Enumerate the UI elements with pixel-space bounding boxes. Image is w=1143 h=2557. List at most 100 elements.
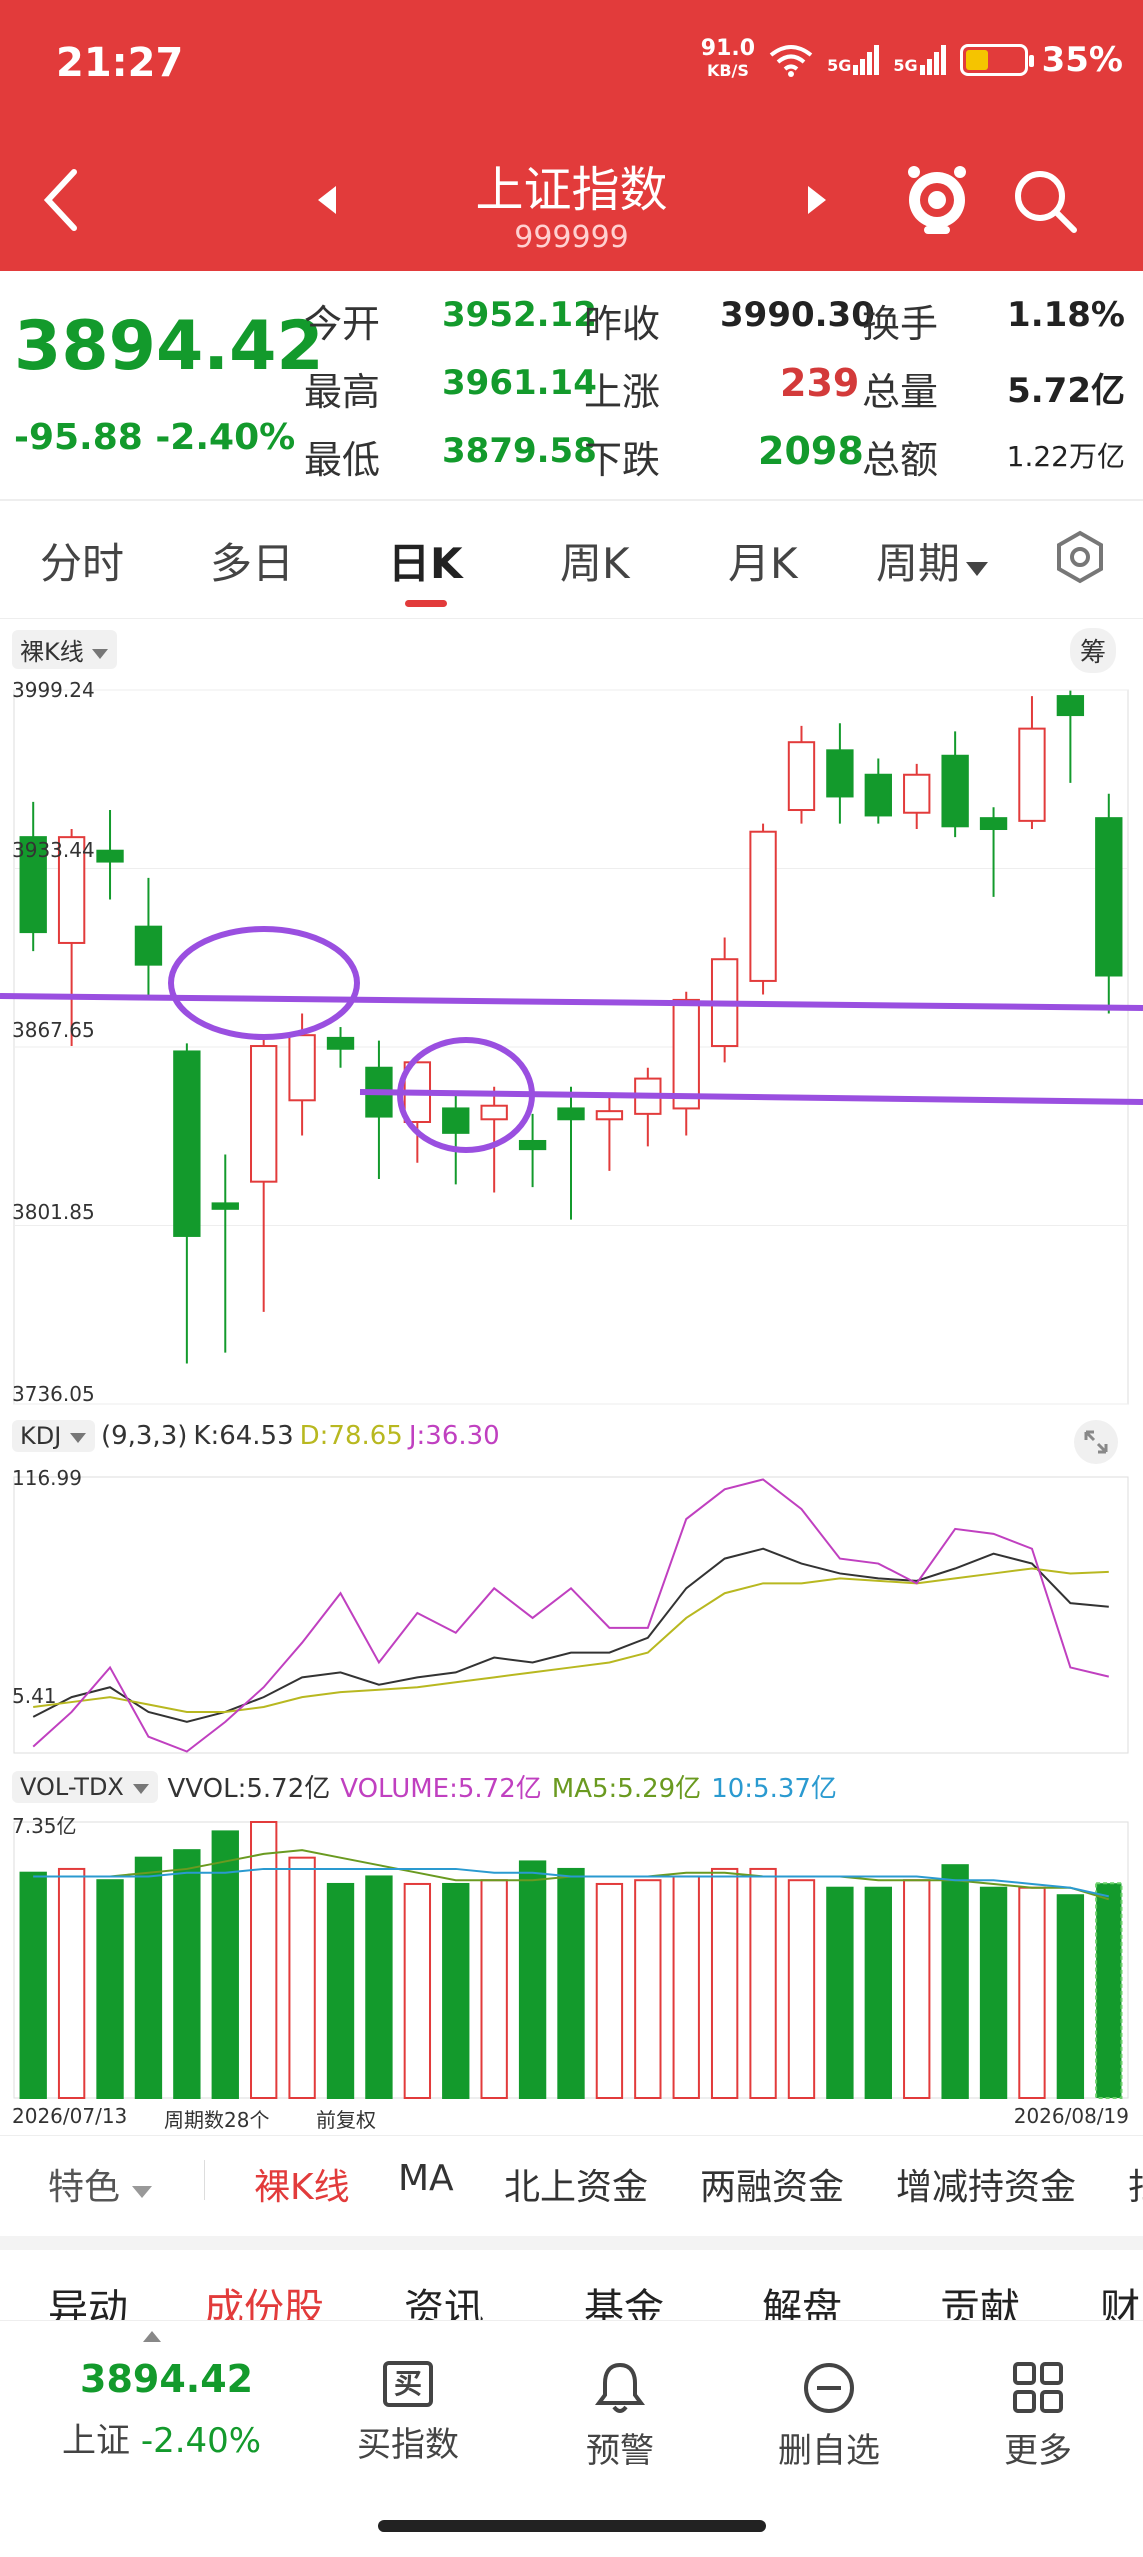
kdj-d: D:78.65: [299, 1421, 403, 1451]
open-label: 今开: [304, 302, 381, 346]
candle-body: [787, 741, 816, 812]
volume-bar: [787, 1879, 816, 2099]
turnover-label: 换手: [862, 302, 939, 346]
candle-body: [826, 749, 854, 798]
volume-bar: [595, 1882, 624, 2099]
vol-ma10: 10:5.37亿: [711, 1774, 837, 1804]
high-value: 3961.14: [442, 363, 597, 403]
chevron-up-icon[interactable]: [142, 2329, 162, 2343]
volume-bar: [749, 1867, 777, 2099]
indicator-ma[interactable]: MA: [398, 2158, 454, 2199]
vol-vvol: VVOL:5.72亿: [167, 1774, 331, 1804]
chip-button[interactable]: 筹: [1070, 628, 1117, 673]
bell-icon: [595, 2362, 645, 2413]
prev-close-label: 昨收: [584, 302, 661, 346]
candle-body: [1095, 817, 1123, 977]
mascot-icon[interactable]: [902, 162, 972, 236]
candle-body: [173, 1050, 201, 1237]
highlight-circle-1: [168, 926, 360, 1040]
kdj-selector[interactable]: KDJ: [12, 1420, 95, 1452]
expand-icon[interactable]: [1072, 1418, 1120, 1466]
signal-bars-icon: [919, 45, 946, 75]
signal-5g-2: 5G: [893, 45, 946, 75]
volume-bar: [1095, 1882, 1123, 2099]
date-start: 2026/07/13: [12, 2104, 128, 2128]
tab-multiday[interactable]: 多日: [210, 530, 294, 591]
divider: [204, 2160, 205, 2200]
current-price: 3894.42: [14, 307, 324, 386]
status-time: 21:27: [56, 40, 184, 86]
candle-body: [288, 1034, 316, 1102]
kdj-chart: [13, 1476, 1129, 1754]
candle-body: [672, 998, 700, 1110]
indicator-margin-funds[interactable]: 两融资金: [700, 2158, 844, 2210]
indicator-naked-k[interactable]: 裸K线: [254, 2158, 350, 2210]
bottom-price: 3894.42: [80, 2357, 254, 2401]
remove-watchlist-button[interactable]: 删自选: [772, 2361, 886, 2472]
candle-body: [1018, 727, 1046, 822]
more-button[interactable]: 更多: [1000, 2361, 1076, 2472]
chevron-down-icon: [966, 562, 989, 576]
tab-weekly-k[interactable]: 周K: [560, 530, 630, 591]
kline-style-selector[interactable]: 裸K线: [12, 630, 118, 669]
down-label: 下跌: [584, 438, 661, 482]
vol-header: VOL-TDX VVOL:5.72亿 VOLUME:5.72亿 MA5:5.29…: [12, 1768, 837, 1805]
indicator-holding-change[interactable]: 增减持资金: [896, 2158, 1076, 2210]
volume-bar: [1056, 1894, 1085, 2099]
wifi-icon: [769, 45, 813, 77]
volume-bar: [634, 1879, 662, 2099]
amount-label: 总额: [862, 438, 939, 482]
alert-button[interactable]: 预警: [574, 2361, 666, 2472]
open-value: 3952.12: [442, 295, 597, 335]
signal-bars-icon: [853, 45, 880, 75]
next-icon[interactable]: [806, 184, 828, 216]
buy-index-button[interactable]: 买 买指数: [352, 2361, 464, 2466]
bottom-index-change: 上证 -2.40%: [62, 2421, 262, 2461]
candle-body: [941, 754, 969, 828]
period-tabs: 分时 多日 日K 周K 月K 周期: [0, 500, 1143, 619]
tab-intraday[interactable]: 分时: [40, 530, 124, 591]
candle-body: [134, 925, 163, 966]
tab-period[interactable]: 周期: [876, 530, 990, 591]
y-label-1: 3933.44: [12, 838, 95, 862]
home-indicator[interactable]: [378, 2520, 766, 2532]
candle-body: [442, 1107, 470, 1134]
volume-bar: [979, 1886, 1008, 2100]
volume-bar: [134, 1856, 163, 2100]
y-label-0: 3999.24: [12, 678, 95, 702]
price-change: -95.88 -2.40%: [14, 417, 296, 458]
prev-close-value: 3990.30: [720, 295, 875, 335]
chevron-down-icon: [132, 1783, 149, 1794]
up-count: 239: [780, 361, 860, 405]
adjust-mode[interactable]: 前复权: [316, 2104, 376, 2133]
chevron-down-icon: [132, 2186, 153, 2198]
tab-daily-k[interactable]: 日K: [388, 530, 463, 591]
volume-value: 5.72亿: [1007, 371, 1125, 411]
high-label: 最高: [304, 370, 381, 414]
vol-selector[interactable]: VOL-TDX: [12, 1770, 158, 1803]
tab-monthly-k[interactable]: 月K: [728, 530, 798, 591]
candle-body: [518, 1139, 547, 1151]
kdj-params: (9,3,3): [100, 1421, 188, 1451]
signal-5g-1: 5G: [827, 45, 880, 75]
kdj-k: K:64.53: [193, 1421, 294, 1451]
grid-icon: [1013, 2362, 1063, 2413]
candle-body: [326, 1036, 355, 1050]
section-tabs: 异动 成份股 资讯 基金 解盘 贡献 财: [0, 2236, 1143, 2332]
settings-icon[interactable]: [1054, 530, 1106, 584]
volume-bar: [518, 1860, 547, 2099]
indicator-north-funds[interactable]: 北上资金: [504, 2158, 648, 2210]
candle-body: [749, 830, 777, 982]
quote-panel: 3894.42 -95.88 -2.40% 今开 3952.12 昨收 3990…: [0, 271, 1143, 501]
indicator-feature[interactable]: 特色: [48, 2158, 153, 2210]
kdj-header: KDJ (9,3,3) K:64.53 D:78.65 J:36.30: [12, 1420, 500, 1452]
vol-ma5: MA5:5.29亿: [551, 1774, 702, 1804]
volume-bar: [557, 1867, 585, 2099]
status-icons: 91.0 KB/S 5G 5G 35%: [701, 38, 1123, 82]
up-label: 上涨: [584, 370, 661, 414]
kline-chart[interactable]: [0, 678, 1143, 1408]
search-icon[interactable]: [1012, 168, 1078, 234]
indicator-more[interactable]: 扫: [1128, 2158, 1143, 2210]
vol-y-max: 7.35亿: [12, 1814, 77, 1838]
kdj-k-line: [32, 1547, 1109, 1723]
